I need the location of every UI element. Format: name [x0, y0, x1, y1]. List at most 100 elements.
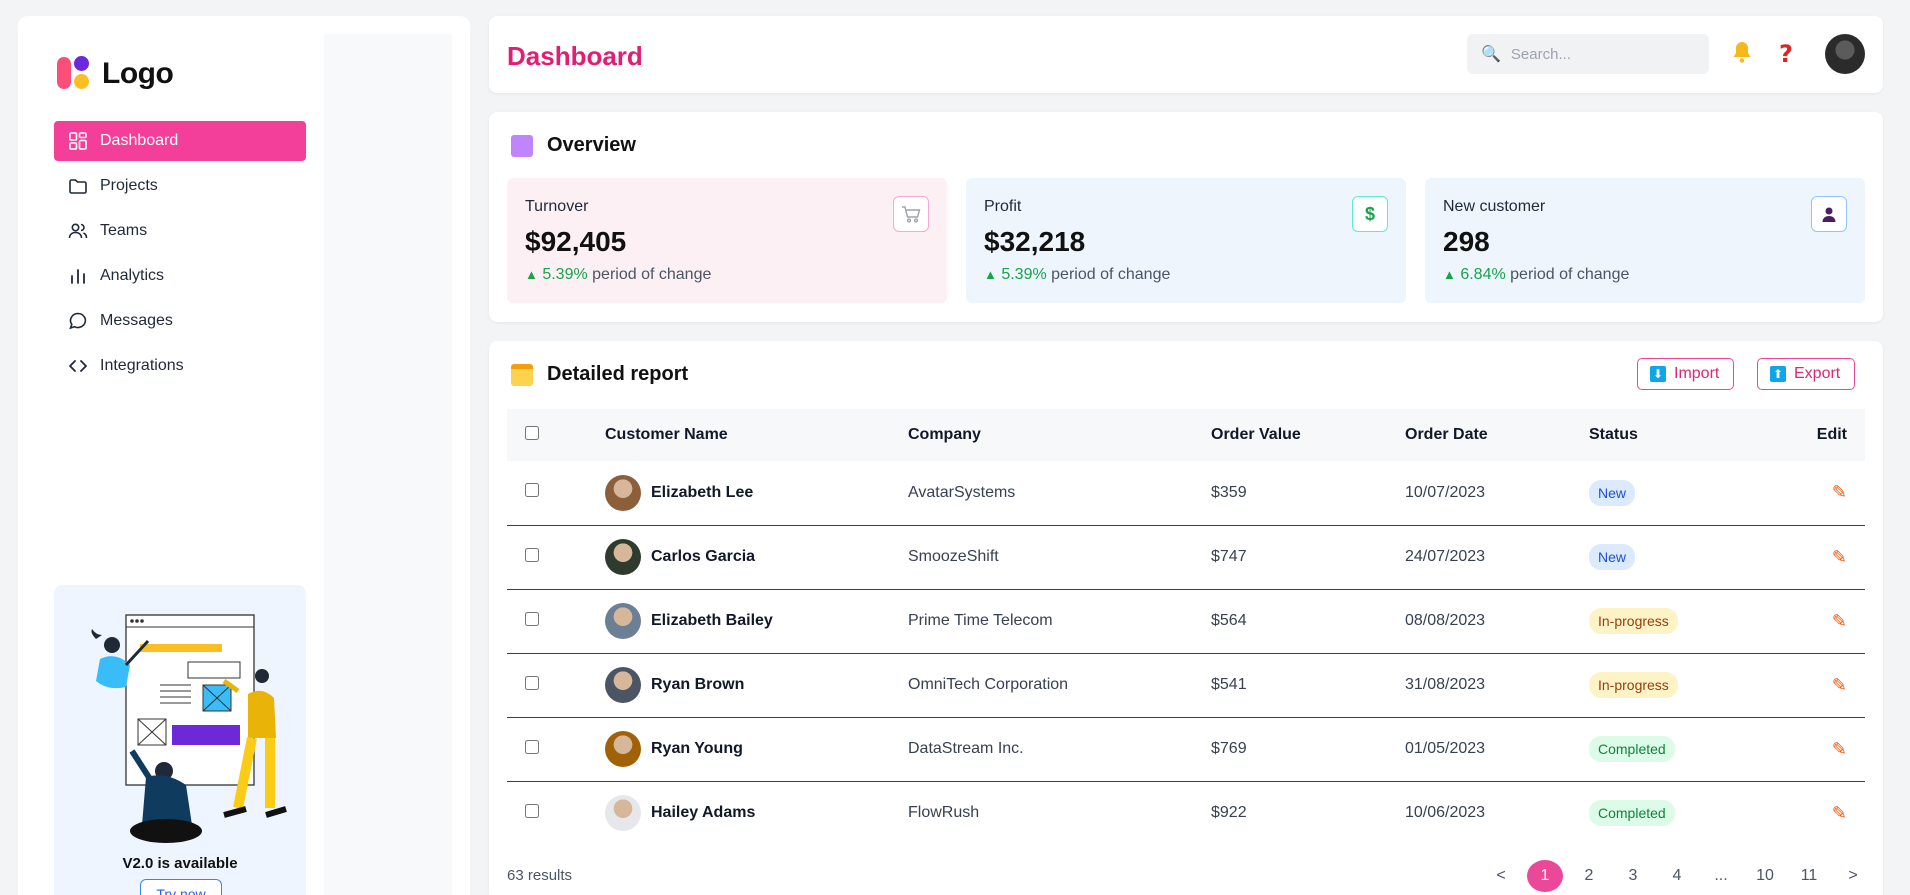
up-arrow-icon: ▲	[984, 267, 997, 282]
report-section: Detailed report ⬇ Import ⬆ Export Custom…	[489, 341, 1883, 895]
sidebar-item-messages[interactable]: Messages	[54, 301, 306, 341]
status-badge: Completed	[1589, 800, 1675, 827]
customer-avatar	[605, 474, 641, 511]
import-button[interactable]: ⬇ Import	[1637, 358, 1735, 390]
promo-title: V2.0 is available	[122, 855, 238, 872]
table-row[interactable]: Elizabeth Bailey Prime Time Telecom $564…	[507, 589, 1865, 653]
sidebar-item-label: Analytics	[100, 267, 165, 284]
import-label: Import	[1674, 365, 1720, 382]
prev-page-button[interactable]: <	[1483, 860, 1519, 892]
user-avatar[interactable]	[1825, 34, 1865, 74]
status-badge: In-progress	[1589, 608, 1678, 634]
stat-change-pct: 5.39%	[1001, 266, 1047, 283]
page-button[interactable]: 10	[1747, 860, 1783, 892]
sidebar-item-label: Projects	[100, 177, 158, 194]
folder-icon	[69, 179, 87, 194]
sidebar-item-projects[interactable]: Projects	[54, 166, 306, 206]
stat-card-turnover: Turnover $92,405 ▲ 5.39% period of chang…	[507, 178, 947, 303]
table-row[interactable]: Ryan Young DataStream Inc. $769 01/05/20…	[507, 717, 1865, 781]
stat-value: $32,218	[984, 226, 1086, 257]
row-checkbox[interactable]	[525, 483, 539, 498]
column-header[interactable]: Order Date	[1405, 409, 1589, 461]
sidebar-item-teams[interactable]: Teams	[54, 211, 306, 251]
next-page-button[interactable]: >	[1835, 860, 1871, 892]
edit-pencil-icon[interactable]: ✎	[1832, 547, 1847, 567]
table-row[interactable]: Carlos Garcia SmoozeShift $747 24/07/202…	[507, 525, 1865, 589]
logo[interactable]: Logo	[56, 54, 174, 94]
edit-pencil-icon[interactable]: ✎	[1832, 675, 1847, 695]
column-header[interactable]: Company	[908, 409, 1211, 461]
customer-avatar	[605, 731, 641, 767]
upgrade-promo-card: V2.0 is available Try now	[54, 585, 306, 895]
customer-avatar	[605, 603, 641, 639]
edit-pencil-icon[interactable]: ✎	[1832, 611, 1847, 631]
stat-change-pct: 6.84%	[1460, 266, 1506, 283]
table-row[interactable]: Ryan Brown OmniTech Corporation $541 31/…	[507, 653, 1865, 717]
page-button[interactable]: 1	[1527, 860, 1563, 892]
table-row[interactable]: Elizabeth Lee AvatarSystems $359 10/07/2…	[507, 461, 1865, 525]
report-table: Customer Name Company Order Value Order …	[507, 409, 1865, 845]
row-checkbox[interactable]	[525, 547, 539, 562]
cart-icon	[893, 196, 929, 232]
logo-text: Logo	[102, 57, 174, 90]
stat-change: ▲ 6.84% period of change	[1443, 266, 1629, 284]
download-icon: ⬇	[1650, 366, 1666, 382]
customer-avatar	[605, 539, 641, 575]
column-header[interactable]: Status	[1589, 409, 1769, 461]
logo-mark-icon	[56, 54, 96, 94]
code-icon	[69, 360, 87, 372]
sidebar-gutter	[324, 34, 452, 895]
try-now-button[interactable]: Try now	[140, 879, 222, 895]
row-checkbox[interactable]	[525, 611, 539, 626]
select-all-checkbox[interactable]	[525, 425, 539, 440]
order-date-cell: 01/05/2023	[1405, 740, 1486, 757]
page-button[interactable]: 3	[1615, 860, 1651, 892]
edit-pencil-icon[interactable]: ✎	[1832, 482, 1847, 502]
row-checkbox[interactable]	[525, 803, 539, 818]
customer-cell: Ryan Brown	[605, 667, 908, 703]
customer-cell: Ryan Young	[605, 731, 908, 767]
search-icon: 🔍	[1481, 46, 1501, 63]
edit-pencil-icon[interactable]: ✎	[1832, 739, 1847, 759]
edit-pencil-icon[interactable]: ✎	[1832, 803, 1847, 823]
export-button[interactable]: ⬆ Export	[1757, 358, 1856, 390]
search-input[interactable]	[1510, 45, 1691, 63]
search-box[interactable]: 🔍	[1467, 34, 1709, 74]
bell-icon[interactable]	[1731, 40, 1753, 71]
grid-icon	[69, 132, 87, 150]
page-scrollbar[interactable]	[1896, 0, 1910, 895]
sidebar-item-label: Integrations	[100, 357, 184, 374]
sidebar-item-integrations[interactable]: Integrations	[54, 346, 306, 386]
sidebar-item-label: Teams	[100, 222, 148, 239]
row-checkbox[interactable]	[525, 739, 539, 754]
company-cell: AvatarSystems	[908, 483, 1016, 501]
page-button[interactable]: 11	[1791, 860, 1827, 892]
page-button[interactable]: 2	[1571, 860, 1607, 892]
row-checkbox[interactable]	[525, 675, 539, 690]
table-row[interactable]: Hailey Adams FlowRush $922 10/06/2023 Co…	[507, 781, 1865, 845]
up-arrow-icon: ▲	[525, 267, 538, 282]
promo-illustration	[91, 614, 287, 843]
customer-avatar	[605, 795, 641, 832]
column-header[interactable]: Customer Name	[605, 409, 908, 461]
status-badge: New	[1589, 544, 1636, 570]
customer-cell: Hailey Adams	[605, 795, 908, 832]
message-icon	[69, 312, 87, 330]
help-icon[interactable]: ?	[1779, 40, 1793, 68]
stat-change: ▲ 5.39% period of change	[984, 266, 1170, 284]
company-cell: FlowRush	[908, 804, 980, 822]
company-cell: OmniTech Corporation	[908, 676, 1069, 693]
sidebar-item-analytics[interactable]: Analytics	[54, 256, 306, 296]
export-label: Export	[1794, 365, 1841, 382]
customer-name: Elizabeth Lee	[651, 483, 754, 501]
sidebar-item-dashboard[interactable]: Dashboard	[54, 121, 306, 161]
order-value-cell: $747	[1211, 548, 1247, 565]
page-button[interactable]: 4	[1659, 860, 1695, 892]
status-badge: In-progress	[1589, 672, 1678, 698]
section-title: Overview	[547, 134, 636, 156]
results-count: 63 results	[507, 867, 573, 884]
stat-change: ▲ 5.39% period of change	[525, 266, 711, 284]
overview-header: Overview	[511, 134, 636, 157]
customer-name: Ryan Young	[651, 740, 743, 757]
column-header[interactable]: Order Value	[1211, 409, 1405, 461]
